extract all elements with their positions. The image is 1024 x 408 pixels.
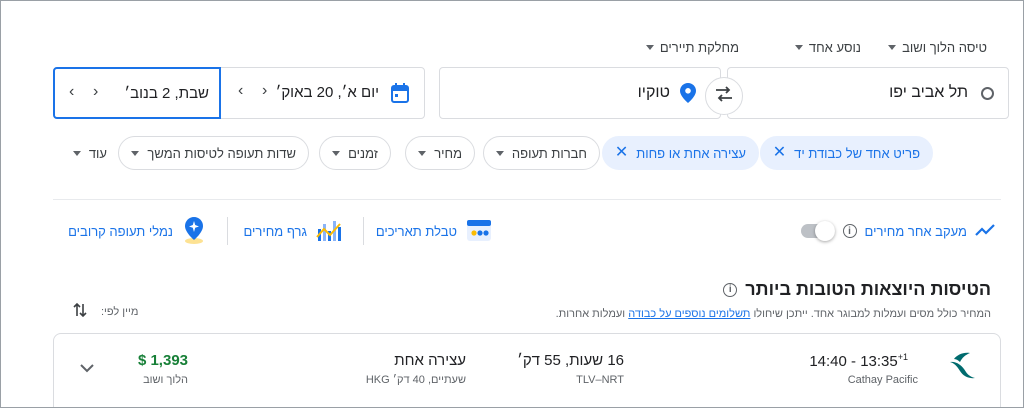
return-date-field[interactable]: שבת, 2 בנוב׳ › ‹ — [53, 67, 221, 119]
chevron-down-icon — [131, 150, 140, 156]
filter-chip-label: מחיר — [434, 145, 462, 161]
expand-chevron-icon[interactable] — [80, 360, 94, 378]
filter-chip-label: שדות תעופה לטיסות המשך — [147, 145, 296, 161]
date-grid-icon — [465, 216, 493, 247]
filter-chip-label: עוד — [88, 145, 107, 161]
tool-separator — [363, 217, 364, 245]
chevron-down-icon — [645, 44, 654, 50]
filter-chip-label: חברות תעופה — [511, 145, 587, 161]
results-title: הטיסות היוצאות הטובות ביותר i — [723, 279, 991, 300]
next-day-chevron-icon[interactable]: › — [262, 82, 267, 100]
sort-label: מיין לפי: — [101, 305, 139, 318]
flight-duration: 16 שעות, 55 דק׳ — [517, 352, 624, 369]
price-type: הלוך ושוב — [143, 374, 188, 386]
close-icon[interactable]: ✕ — [773, 145, 786, 161]
plus-day-badge: +1 — [897, 352, 908, 362]
sort-control[interactable]: מיין לפי: — [73, 302, 138, 321]
cabin-class-label: מחלקת תיירים — [659, 39, 739, 55]
cabin-class-select[interactable]: מחלקת תיירים — [645, 37, 739, 57]
info-icon[interactable]: i — [842, 224, 857, 238]
chevron-down-icon — [794, 44, 803, 50]
filter-chip-label: זמנים — [348, 145, 378, 161]
flight-stops: עצירה אחת — [394, 352, 466, 369]
toggle-knob — [815, 221, 835, 241]
airline-name: Cathay Pacific — [847, 374, 918, 386]
baggage-fees-link[interactable]: תשלומים נוספים על כבודה — [628, 308, 750, 320]
flight-route: TLV–NRT — [576, 374, 624, 386]
filter-chip-connecting-airports[interactable]: שדות תעופה לטיסות המשך — [118, 136, 309, 170]
subtitle-text: ועמלות אחרות. — [555, 308, 629, 320]
price-graph-icon — [315, 216, 343, 247]
info-icon[interactable]: i — [723, 282, 738, 297]
depart-date-field[interactable]: יום א׳, 20 באוק׳ › ‹ — [222, 67, 425, 119]
chevron-down-icon — [418, 150, 427, 156]
origin-circle-icon — [981, 87, 994, 100]
track-prices: מעקב אחר מחירים i — [842, 215, 995, 247]
filter-chip-times[interactable]: זמנים — [319, 136, 391, 170]
prev-day-chevron-icon[interactable]: ‹ — [238, 82, 243, 100]
destination-value: טוקיו — [637, 84, 670, 101]
filter-chip-stops[interactable]: עצירה אחת או פחות ✕ — [601, 136, 759, 170]
filter-chip-carry-on[interactable]: פריט אחד של כבודת יד ✕ — [759, 136, 933, 170]
passengers-select[interactable]: נוסע אחד — [794, 37, 861, 57]
flight-times: 14:40 - 13:35+1 — [809, 352, 908, 370]
price-graph-button[interactable]: גרף מחירים — [243, 215, 343, 247]
prev-day-chevron-icon[interactable]: ‹ — [69, 83, 74, 101]
tool-separator — [227, 217, 228, 245]
sort-arrows-icon — [73, 302, 87, 321]
flight-layover: שעתיים, 40 דק׳ HKG — [365, 374, 466, 386]
origin-field[interactable]: תל אביב יפו — [727, 67, 1009, 119]
return-date-value: שבת, 2 בנוב׳ — [124, 85, 209, 102]
trip-type-label: טיסה הלוך ושוב — [902, 39, 987, 55]
subtitle-text: המחיר כולל מסים ועמלות למבוגר אחד. ייתכן… — [750, 308, 991, 320]
swap-arrows-icon — [714, 85, 734, 107]
trend-icon — [975, 223, 995, 240]
trip-type-select[interactable]: טיסה הלוך ושוב — [888, 37, 987, 57]
swap-button[interactable] — [705, 77, 743, 115]
flight-result-row[interactable]: 14:40 - 13:35+1 Cathay Pacific 16 שעות, … — [53, 333, 1001, 407]
price-graph-label: גרף מחירים — [243, 223, 307, 239]
airport-pin-icon — [181, 215, 207, 248]
close-icon[interactable]: ✕ — [615, 145, 628, 161]
results-subtitle: המחיר כולל מסים ועמלות למבוגר אחד. ייתכן… — [556, 308, 991, 320]
filter-chip-label: עצירה אחת או פחות — [636, 145, 746, 161]
filter-chip-airlines[interactable]: חברות תעופה — [482, 136, 600, 170]
date-grid-button[interactable]: טבלת תאריכים — [376, 215, 493, 247]
chevron-down-icon — [495, 150, 504, 156]
chevron-down-icon — [888, 44, 897, 50]
next-day-chevron-icon[interactable]: › — [93, 83, 98, 101]
track-prices-toggle[interactable] — [801, 221, 835, 241]
origin-value: תל אביב יפו — [889, 84, 968, 101]
date-grid-label: טבלת תאריכים — [375, 223, 457, 239]
nearby-airports-label: נמלי תעופה קרובים — [68, 223, 173, 239]
location-pin-icon — [680, 83, 696, 108]
passengers-label: נוסע אחד — [808, 39, 861, 55]
flight-price: ‎$ 1,393 — [137, 352, 188, 369]
destination-field[interactable]: טוקיו — [439, 67, 721, 119]
filter-chip-price[interactable]: מחיר — [405, 136, 475, 170]
results-title-text: הטיסות היוצאות הטובות ביותר — [745, 279, 991, 299]
chevron-down-icon — [72, 150, 81, 156]
nearby-airports-button[interactable]: נמלי תעופה קרובים — [68, 215, 207, 247]
filter-chip-label: פריט אחד של כבודת יד — [794, 145, 920, 161]
track-prices-label: מעקב אחר מחירים — [864, 223, 967, 239]
calendar-icon — [391, 83, 409, 108]
divider — [53, 199, 1001, 200]
chevron-down-icon — [332, 150, 341, 156]
flights-search-page: טיסה הלוך ושוב נוסע אחד מחלקת תיירים תל … — [0, 0, 1024, 408]
cathay-pacific-logo-icon — [948, 350, 976, 385]
flight-times-text: 14:40 - 13:35 — [809, 353, 898, 370]
depart-date-value: יום א׳, 20 באוק׳ — [275, 84, 379, 101]
filter-chip-more[interactable]: עוד — [68, 136, 111, 170]
